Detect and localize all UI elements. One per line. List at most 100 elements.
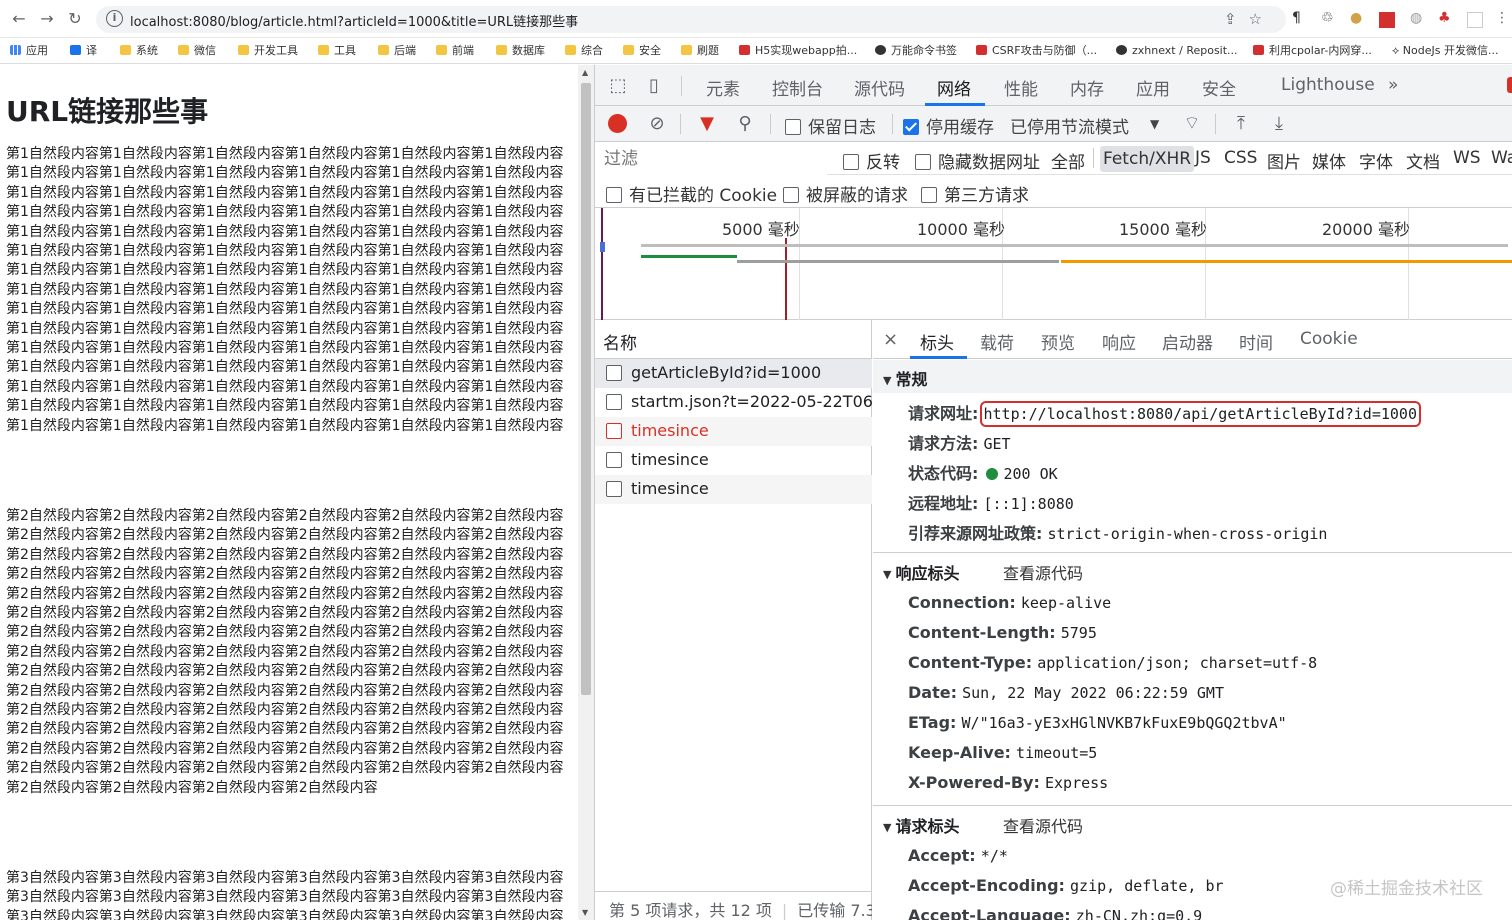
tab-payload[interactable]: 载荷 xyxy=(980,329,1014,354)
bookmark-folder[interactable]: 工具 xyxy=(318,42,356,60)
filter-input[interactable] xyxy=(595,142,827,175)
tab-cookies[interactable]: Cookie xyxy=(1300,329,1358,349)
profile-icon[interactable]: ⋮ xyxy=(1495,10,1509,26)
bookmark-link[interactable]: 利用cpolar-内网穿... xyxy=(1253,42,1372,60)
checkbox[interactable] xyxy=(921,187,937,203)
tab-network[interactable]: 网络 xyxy=(937,75,971,100)
chevron-down-icon[interactable]: ▼ xyxy=(1150,117,1159,131)
search-icon[interactable]: ⚲ xyxy=(734,113,756,135)
device-toolbar-icon[interactable]: ▯ xyxy=(643,75,665,97)
extension-icon[interactable]: ¶ xyxy=(1292,10,1301,26)
back-arrow-icon[interactable]: ← xyxy=(8,8,30,30)
throttle-select[interactable]: 已停用节流模式 xyxy=(1010,113,1129,138)
reload-icon[interactable]: ↻ xyxy=(64,8,86,30)
network-overview-timeline[interactable]: 5000 毫秒 10000 毫秒 15000 毫秒 20000 毫秒 xyxy=(595,208,1512,320)
bookmark-folder[interactable]: 前端 xyxy=(436,42,474,60)
share-star-icons[interactable]: ⇪☆ xyxy=(1224,10,1274,28)
filter-type-doc[interactable]: 文档 xyxy=(1406,148,1440,173)
invert-checkbox[interactable]: 反转 xyxy=(843,148,900,173)
tab-preview[interactable]: 预览 xyxy=(1041,329,1075,354)
filter-type-ws[interactable]: WS xyxy=(1453,148,1481,168)
tab-application[interactable]: 应用 xyxy=(1136,75,1170,100)
scrollbar-thumb[interactable] xyxy=(581,83,591,695)
bookmark-link[interactable]: zxhnext / Reposit... xyxy=(1116,42,1238,60)
hide-data-urls-checkbox[interactable]: 隐藏数据网址 xyxy=(915,148,1040,173)
tab-security[interactable]: 安全 xyxy=(1202,75,1236,100)
request-row[interactable]: timesince xyxy=(595,417,872,446)
tab-sources[interactable]: 源代码 xyxy=(854,75,905,100)
blocked-cookies-checkbox[interactable]: 有已拦截的 Cookie xyxy=(606,181,777,206)
extension-icon[interactable] xyxy=(1379,12,1395,28)
inspect-element-icon[interactable]: ⬚ xyxy=(607,75,629,97)
general-section-header[interactable]: ▼ 常规 xyxy=(873,360,1512,393)
bookmark-link[interactable]: 万能命令书签 xyxy=(875,42,957,60)
bookmark-link[interactable]: H5实现webapp拍... xyxy=(739,42,857,60)
bookmark-folder[interactable]: 后端 xyxy=(378,42,416,60)
bookmark-folder[interactable]: 安全 xyxy=(623,42,661,60)
extension-icon[interactable]: ♣ xyxy=(1438,10,1451,26)
checkbox[interactable] xyxy=(785,119,801,135)
tab-initiator[interactable]: 启动器 xyxy=(1162,329,1213,354)
forward-arrow-icon[interactable]: → xyxy=(36,8,58,30)
third-party-checkbox[interactable]: 第三方请求 xyxy=(921,181,1029,206)
network-conditions-icon[interactable]: ⌔ xyxy=(1181,113,1203,135)
checkbox[interactable] xyxy=(606,187,622,203)
bookmark-folder[interactable]: 综合 xyxy=(565,42,603,60)
view-source-link[interactable]: 查看源代码 xyxy=(1003,560,1083,584)
extension-icon[interactable] xyxy=(1467,12,1483,28)
checkbox-checked[interactable] xyxy=(903,119,919,135)
request-row[interactable]: timesince xyxy=(595,475,872,504)
response-headers-section-header[interactable]: ▼ 响应标头 查看源代码 xyxy=(873,554,1512,587)
filter-type-img[interactable]: 图片 xyxy=(1267,148,1301,173)
filter-type-media[interactable]: 媒体 xyxy=(1312,148,1346,173)
bookmark-folder[interactable]: 数据库 xyxy=(496,42,545,60)
scroll-down-icon[interactable]: ▼ xyxy=(582,908,588,917)
filter-type-font[interactable]: 字体 xyxy=(1359,148,1393,173)
checkbox[interactable] xyxy=(783,187,799,203)
address-url[interactable]: localhost:8080/blog/article.html?article… xyxy=(130,11,578,30)
filter-type-fetch-xhr[interactable]: Fetch/XHR xyxy=(1100,146,1195,172)
checkbox[interactable] xyxy=(915,154,931,170)
request-row[interactable]: getArticleById?id=1000 xyxy=(595,359,872,388)
bookmark-link[interactable]: ⟡ NodeJs 开发微信... xyxy=(1392,42,1498,60)
view-source-link[interactable]: 查看源代码 xyxy=(1003,813,1083,837)
tab-lighthouse[interactable]: Lighthouse xyxy=(1281,75,1375,95)
bookmark-apps[interactable]: 应用 xyxy=(10,42,48,60)
tab-timing[interactable]: 时间 xyxy=(1239,329,1273,354)
request-headers-section-header[interactable]: ▼ 请求标头 查看源代码 xyxy=(873,807,1512,840)
request-row[interactable]: startm.json?t=2022-05-22T06:... xyxy=(595,388,872,417)
scroll-up-icon[interactable]: ▲ xyxy=(582,68,588,77)
filter-type-js[interactable]: JS xyxy=(1195,148,1211,168)
tab-headers[interactable]: 标头 xyxy=(920,329,954,354)
cookie-extension-icon[interactable]: ● xyxy=(1350,10,1362,26)
filter-type-wasm[interactable]: Wa xyxy=(1491,148,1512,168)
bookmark-translate[interactable]: 译 xyxy=(70,42,97,60)
extension-icon[interactable]: ◍ xyxy=(1410,10,1422,26)
record-icon[interactable] xyxy=(608,114,627,133)
tab-memory[interactable]: 内存 xyxy=(1070,75,1104,100)
close-icon[interactable]: × xyxy=(883,329,898,350)
filter-type-css[interactable]: CSS xyxy=(1224,148,1257,168)
filter-funnel-icon[interactable]: ▼ xyxy=(696,113,718,135)
site-info-icon[interactable]: i xyxy=(106,10,123,27)
tab-elements[interactable]: 元素 xyxy=(706,75,740,100)
filter-type-all[interactable]: 全部 xyxy=(1051,148,1085,173)
bookmark-folder[interactable]: 微信 xyxy=(178,42,216,60)
tab-console[interactable]: 控制台 xyxy=(772,75,823,100)
bookmark-folder[interactable]: 系统 xyxy=(120,42,158,60)
clear-icon[interactable]: ⊘ xyxy=(646,113,668,135)
upload-icon[interactable]: ⤒ xyxy=(1230,113,1252,135)
page-scrollbar[interactable]: ▲ ▼ xyxy=(578,65,594,920)
bookmark-folder[interactable]: 刷题 xyxy=(681,42,719,60)
blocked-requests-checkbox[interactable]: 被屏蔽的请求 xyxy=(783,181,908,206)
more-tabs-icon[interactable]: » xyxy=(1388,75,1398,95)
tab-response[interactable]: 响应 xyxy=(1102,329,1136,354)
bookmark-link[interactable]: CSRF攻击与防御（... xyxy=(976,42,1097,60)
disable-cache-checkbox[interactable]: 停用缓存 xyxy=(903,113,994,138)
tab-performance[interactable]: 性能 xyxy=(1004,75,1038,100)
request-row[interactable]: timesince xyxy=(595,446,872,475)
address-bar[interactable]: i localhost:8080/blog/article.html?artic… xyxy=(96,6,1286,33)
bookmark-folder[interactable]: 开发工具 xyxy=(238,42,298,60)
error-badge-icon[interactable] xyxy=(1507,77,1512,93)
download-icon[interactable]: ⤓ xyxy=(1268,113,1290,135)
